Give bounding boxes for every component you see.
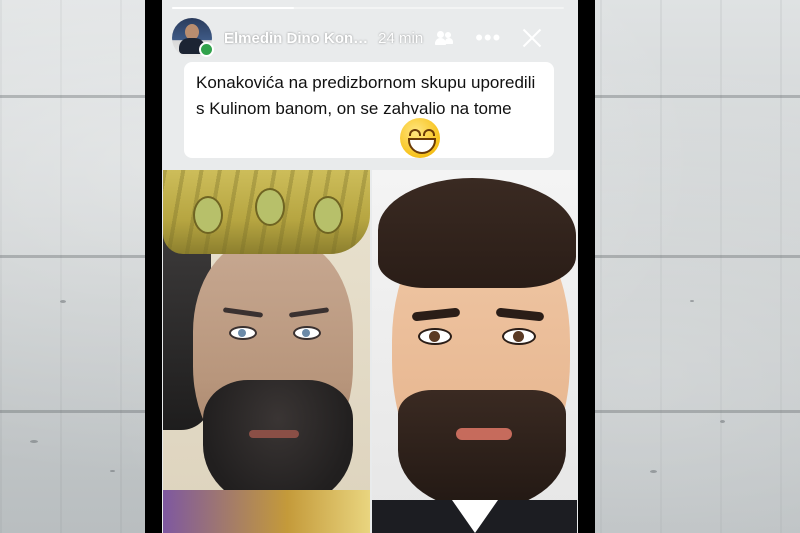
close-icon[interactable] (521, 27, 543, 49)
story-progress-fill (172, 7, 294, 9)
avatar[interactable] (172, 18, 214, 58)
story-image-right-portrait (372, 170, 577, 533)
story-caption: Konakovića na predizbornom skupu uporedi… (184, 62, 554, 158)
caption-text: Konakovića na predizbornom skupu uporedi… (196, 73, 536, 118)
grinning-face-emoji (400, 118, 440, 158)
author-name[interactable]: Elmedin Dino Kon… (224, 30, 368, 47)
more-options-icon[interactable]: ••• (475, 27, 501, 49)
crown (163, 170, 370, 254)
story-image-left-portrait (163, 170, 370, 533)
story-progress-bar (172, 7, 564, 9)
timestamp: 24 min (378, 29, 424, 47)
friends-icon (435, 30, 454, 46)
story-header: Elmedin Dino Kon… 24 min ••• (172, 18, 568, 58)
online-status-icon (199, 42, 214, 57)
